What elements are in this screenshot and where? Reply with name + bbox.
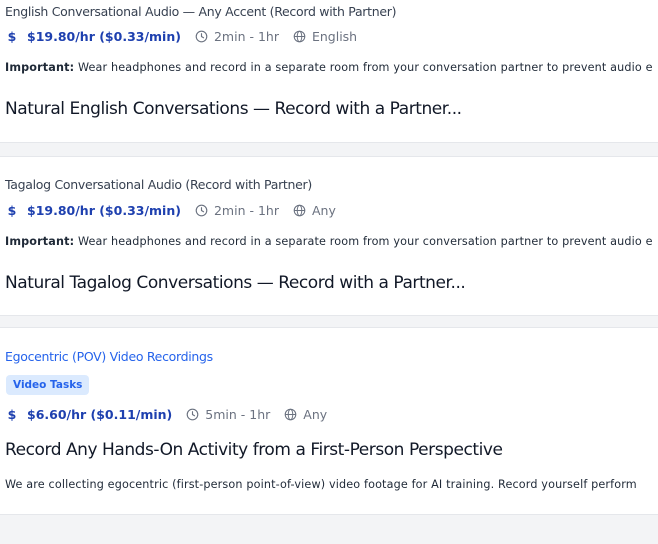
language: Any [293,203,336,218]
duration: 5min - 1hr [186,407,270,422]
duration-text: 2min - 1hr [213,203,279,218]
pay-rate-text: $6.60/hr ($0.11/min) [27,407,173,422]
dollar-icon: $ [7,407,17,422]
clock-icon [195,204,208,217]
task-description: We are collecting egocentric (first-pers… [5,478,637,491]
task-feed: English Conversational Audio — Any Accen… [0,0,658,544]
language: Any [284,407,327,422]
task-name[interactable]: English Conversational Audio — Any Accen… [5,4,396,19]
globe-icon [284,408,297,421]
duration: 2min - 1hr [195,203,279,218]
task-meta: $ $6.60/hr ($0.11/min) 5min - 1hr Any [6,407,328,422]
globe-icon [293,204,306,217]
pay-rate-text: $19.80/hr ($0.33/min) [27,203,181,218]
task-meta: $ $19.80/hr ($0.33/min) 2min - 1hr Any [6,203,336,218]
task-title[interactable]: Natural English Conversations — Record w… [5,99,462,119]
clock-icon [195,30,208,43]
task-card[interactable]: Tagalog Conversational Audio (Record wit… [0,156,658,316]
task-meta: $ $19.80/hr ($0.33/min) 2min - 1hr Engli… [6,29,357,44]
task-card[interactable]: English Conversational Audio — Any Accen… [0,0,658,143]
language-text: Any [311,203,336,218]
duration-text: 5min - 1hr [205,407,271,422]
important-label: Important: [5,61,75,74]
language-text: English [311,29,358,44]
description-text: Wear headphones and record in a separate… [77,235,653,248]
important-label: Important: [5,235,75,248]
dollar-icon: $ [7,203,17,218]
task-title[interactable]: Natural Tagalog Conversations — Record w… [5,273,466,293]
task-name[interactable]: Tagalog Conversational Audio (Record wit… [5,177,312,192]
category-badge: Video Tasks [6,375,90,395]
pay-rate: $ $6.60/hr ($0.11/min) [6,407,173,422]
language: English [293,29,357,44]
task-description: Important: Wear headphones and record in… [5,61,653,74]
pay-rate: $ $19.80/hr ($0.33/min) [6,203,181,218]
description-text: Wear headphones and record in a separate… [77,61,653,74]
globe-icon [293,30,306,43]
clock-icon [186,408,199,421]
pay-rate-text: $19.80/hr ($0.33/min) [27,29,181,44]
language-text: Any [303,407,328,422]
duration: 2min - 1hr [195,29,279,44]
duration-text: 2min - 1hr [213,29,279,44]
pay-rate: $ $19.80/hr ($0.33/min) [6,29,181,44]
description-text: We are collecting egocentric (first-pers… [5,478,637,491]
task-description: Important: Wear headphones and record in… [5,235,653,248]
dollar-icon: $ [7,29,17,44]
task-card[interactable]: Egocentric (POV) Video Recordings Video … [0,327,658,515]
task-title[interactable]: Record Any Hands-On Activity from a Firs… [5,440,503,460]
task-name[interactable]: Egocentric (POV) Video Recordings [5,349,213,364]
